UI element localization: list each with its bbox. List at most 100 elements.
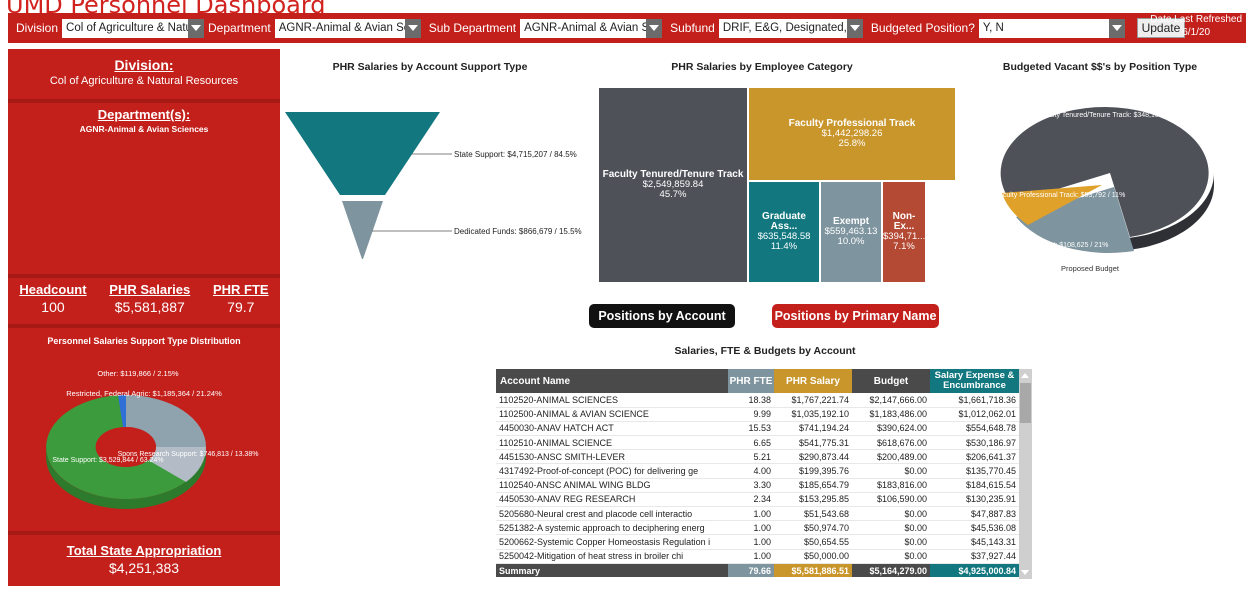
table-row[interactable]: 4450530-ANAV REG RESEARCH 2.34 $153,295.85… xyxy=(496,492,1019,508)
table-row[interactable]: 1102510-ANIMAL SCIENCE 6.65 $541,775.31 $61… xyxy=(496,435,1019,451)
pie-label-faculty-tenured: Faculty Tenured/Tenure Track: $348,107 /… xyxy=(1037,112,1182,119)
chevron-down-icon[interactable] xyxy=(1108,18,1125,38)
scroll-thumb[interactable] xyxy=(1020,383,1031,423)
filter-bar: Division Col of Agriculture & Natural Re… xyxy=(8,13,1246,43)
positions-by-account-button[interactable]: Positions by Account xyxy=(589,304,735,328)
summary-cell: $5,581,886.51 xyxy=(774,563,852,578)
distribution-title: Personnel Salaries Support Type Distribu… xyxy=(47,336,241,346)
table-cell: $184,615.54 xyxy=(930,478,1019,493)
donut-label-restricted: Restricted, Federal Agric: $1,185,364 / … xyxy=(66,389,222,398)
table-cell: 15.53 xyxy=(728,421,774,437)
column-header-phr-salary[interactable]: PHR Salary xyxy=(774,369,852,393)
table-row[interactable]: 1102540-ANSC ANIMAL WING BLDG 3.30 $185,65… xyxy=(496,478,1019,493)
treemap-cell-name: Graduate Ass... xyxy=(762,211,806,232)
treemap-cell-name: Non-Ex... xyxy=(892,211,916,232)
kpi-value: 100 xyxy=(41,299,65,315)
table-cell: $45,143.31 xyxy=(930,534,1019,550)
division-select[interactable]: Col of Agriculture & Natural Resources xyxy=(62,18,205,38)
kpi-label: PHR FTE xyxy=(212,282,269,297)
refresh-label: Date Last Refreshed xyxy=(1150,14,1242,25)
chevron-down-icon[interactable] xyxy=(404,18,421,38)
kpi-row: Headcount 100 PHR Salaries $5,581,887 PH… xyxy=(8,282,280,315)
table-cell: $47,887.83 xyxy=(930,506,1019,522)
table-row[interactable]: 4317492-Proof-of-concept (POC) for deliv… xyxy=(496,463,1019,479)
table-row[interactable]: 1102500-ANIMAL & AVIAN SCIENCE 9.99 $1,035… xyxy=(496,407,1019,422)
table-cell: $0.00 xyxy=(852,463,930,479)
table-cell: 4450030-ANAV HATCH ACT xyxy=(496,421,728,437)
scroll-down-icon[interactable] xyxy=(1021,570,1029,575)
scroll-up-icon[interactable] xyxy=(1021,373,1029,378)
department-filter-label: Department xyxy=(208,21,271,35)
table-cell: 1.00 xyxy=(728,549,774,564)
treemap-cell-non-exempt[interactable]: Non-Ex... $394,71... 7.1% xyxy=(883,182,925,282)
table-row[interactable]: 5250042-Mitigation of heat stress in bro… xyxy=(496,549,1019,564)
table-cell: $106,590.00 xyxy=(852,492,930,508)
budgeted-position-select[interactable]: Y, N xyxy=(978,18,1125,38)
table-cell: $0.00 xyxy=(852,534,930,550)
department-select[interactable]: AGNR-Animal & Avian Sciences xyxy=(274,18,421,38)
chevron-down-icon[interactable] xyxy=(188,18,205,38)
treemap-cell-exempt[interactable]: Exempt $559,463.13 10.0% xyxy=(821,182,881,282)
column-header-budget[interactable]: Budget xyxy=(852,369,930,393)
summary-cell: $4,925,000.84 xyxy=(930,563,1019,578)
treemap-cell-faculty-professional[interactable]: Faculty Professional Track $1,442,298.26… xyxy=(749,88,955,180)
treemap-cell-faculty-tenured[interactable]: Faculty Tenured/Tenure Track $2,549,859.… xyxy=(599,88,747,282)
table-cell: 1102520-ANIMAL SCIENCES xyxy=(496,393,728,408)
table-cell: 5200662-Systemic Copper Homeostasis Regu… xyxy=(496,534,728,550)
funnel-label-dedicated: Dedicated Funds: $866,679 / 15.5% xyxy=(454,227,582,236)
column-header-salary-expense[interactable]: Salary Expense & Encumbrance xyxy=(930,369,1019,393)
left-panel: Division: Col of Agriculture & Natural R… xyxy=(8,49,280,586)
table-cell: $0.00 xyxy=(852,520,930,536)
table-row[interactable]: 5205680-Neural crest and placode cell in… xyxy=(496,506,1019,522)
kpi-headcount: Headcount 100 xyxy=(19,282,86,315)
table-cell: 4317492-Proof-of-concept (POC) for deliv… xyxy=(496,463,728,479)
funnel-chart: State Support: $4,715,207 / 84.5% Dedica… xyxy=(285,112,582,259)
main-content: PHR Salaries by Account Support Type Sta… xyxy=(280,49,1246,586)
table-body: 1102520-ANIMAL SCIENCES 18.38 $1,767,221.7… xyxy=(496,393,1019,578)
column-header-phr-fte[interactable]: PHR FTE xyxy=(728,369,774,393)
table-cell: $530,186.97 xyxy=(930,435,1019,451)
funnel-segment-state xyxy=(285,112,440,195)
column-header-account[interactable]: Account Name xyxy=(496,369,728,393)
sub-department-select[interactable]: AGNR-Animal & Avian Sciences xyxy=(520,18,663,38)
date-last-refreshed: Date Last Refreshed 6/1/20 xyxy=(1150,13,1242,39)
table-row[interactable]: 4450030-ANAV HATCH ACT 15.53 $741,194.24 $3… xyxy=(496,421,1019,437)
table-cell: 4451530-ANSC SMITH-LEVER xyxy=(496,449,728,465)
funnel-label-state: State Support: $4,715,207 / 84.5% xyxy=(454,150,577,159)
summary-cell: Summary xyxy=(496,563,728,578)
chevron-down-icon[interactable] xyxy=(846,18,863,38)
pie-label-exempt: Exempt: $108,625 / 21% xyxy=(1032,242,1109,249)
table-cell: $0.00 xyxy=(852,549,930,564)
funnel-segment-dedicated xyxy=(342,201,383,259)
table-cell: 3.30 xyxy=(728,478,774,493)
divider xyxy=(8,99,280,103)
table-cell: 9.99 xyxy=(728,407,774,422)
table-cell: $1,012,062.01 xyxy=(930,407,1019,422)
table-row[interactable]: 5200662-Systemic Copper Homeostasis Regu… xyxy=(496,534,1019,550)
treemap-cell-pct: 7.1% xyxy=(893,241,915,252)
table-row[interactable]: 1102520-ANIMAL SCIENCES 18.38 $1,767,221.7… xyxy=(496,393,1019,408)
table-row[interactable]: 5251382-A systemic approach to decipheri… xyxy=(496,520,1019,536)
support-type-donut: Other: $119,866 / 2.15% Restricted, Fede… xyxy=(46,369,258,509)
positions-by-primary-name-button[interactable]: Positions by Primary Name xyxy=(772,304,939,328)
table-cell: 5.21 xyxy=(728,449,774,465)
table-row[interactable]: 4451530-ANSC SMITH-LEVER 5.21 $290,873.44 $… xyxy=(496,449,1019,465)
table-cell: $51,543.68 xyxy=(774,506,852,522)
table-cell: $1,035,192.10 xyxy=(774,407,852,422)
subfund-select-value: DRIF, E&G, Designated, xyxy=(722,22,847,34)
kpi-label: PHR Salaries xyxy=(109,282,191,297)
chevron-down-icon[interactable] xyxy=(646,18,663,38)
accounts-table: Account Name PHR FTE PHR Salary Budget S… xyxy=(496,369,1034,579)
table-cell: $200,489.00 xyxy=(852,449,930,465)
table-scrollbar[interactable] xyxy=(1019,369,1032,579)
sub-department-select-value: AGNR-Animal & Avian Sciences xyxy=(524,22,647,34)
subfund-select[interactable]: DRIF, E&G, Designated, xyxy=(718,18,863,38)
table-cell: 1102540-ANSC ANIMAL WING BLDG xyxy=(496,478,728,493)
summary-cell: $5,164,279.00 xyxy=(852,563,930,578)
division-value: Col of Agriculture & Natural Resources xyxy=(49,75,239,87)
table-cell: $554,648.78 xyxy=(930,421,1019,437)
treemap-cell-pct: 11.4% xyxy=(770,241,798,252)
treemap-cell-graduate[interactable]: Graduate Ass... $635,548.58 11.4% xyxy=(749,182,819,282)
table-cell: $206,641.37 xyxy=(930,449,1019,465)
treemap-chart-title: PHR Salaries by Employee Category xyxy=(671,61,853,73)
